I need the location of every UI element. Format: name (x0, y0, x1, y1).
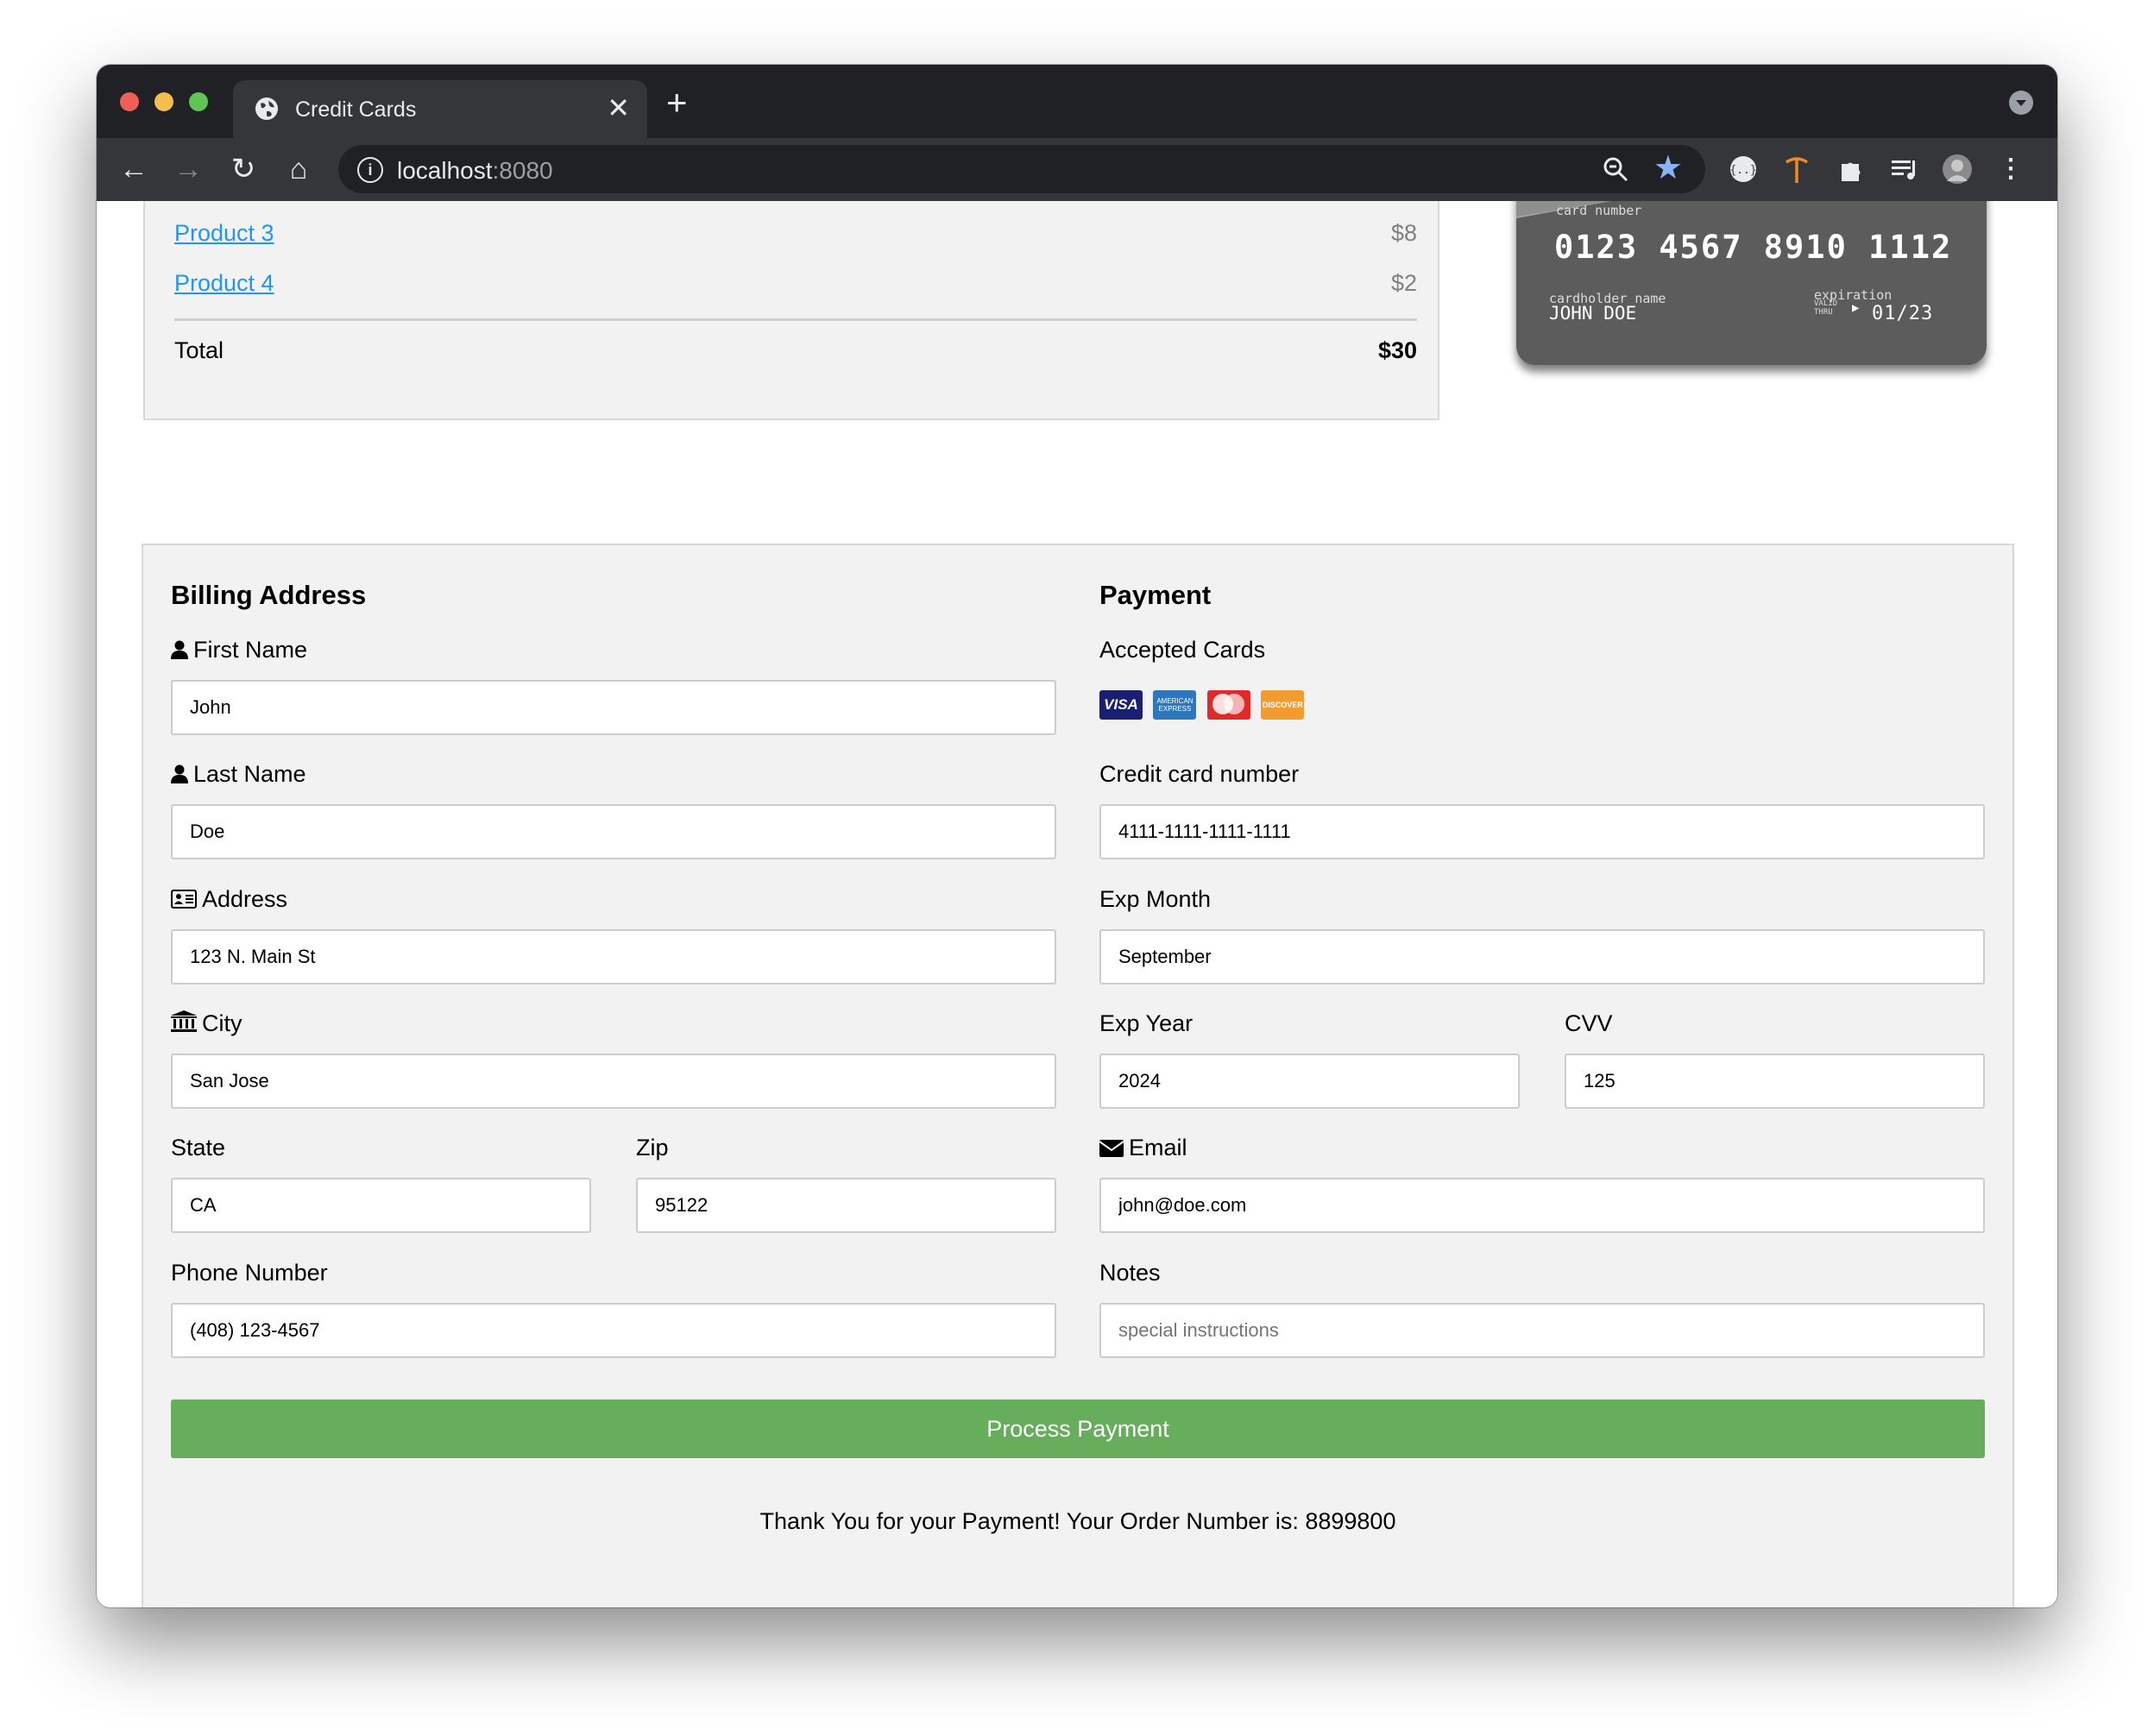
cc-number-input[interactable] (1099, 804, 1985, 859)
reload-icon[interactable]: ↻ (228, 154, 259, 185)
forward-arrow-icon[interactable]: → (173, 154, 204, 185)
cart-item: Product 3 $8 (174, 220, 1417, 247)
exp-month-input[interactable] (1099, 929, 1985, 984)
mastercard-card-icon (1206, 690, 1250, 720)
maximize-window-button[interactable] (189, 92, 208, 111)
zoom-icon[interactable] (1602, 155, 1629, 183)
zip-input[interactable] (636, 1178, 1056, 1233)
user-icon (171, 640, 188, 659)
cardholder-name: JOHN DOE (1549, 303, 1637, 324)
card-expiration: 01/23 (1872, 303, 1934, 324)
exp-year-label: Exp Year (1099, 1010, 1194, 1036)
state-input[interactable] (171, 1178, 591, 1233)
url-text: localhost:8080 (397, 157, 553, 184)
accepted-cards-label: Accepted Cards (1099, 637, 1266, 663)
cc-number-label: Credit card number (1099, 761, 1300, 787)
notes-label: Notes (1099, 1260, 1161, 1286)
payment-heading: Payment (1099, 580, 1212, 610)
media-queue-icon[interactable] (1888, 154, 1919, 185)
page-viewport: Product 3 $8 Product 4 $2 Total $30 card… (97, 201, 2057, 1607)
checkout-form: Billing Address First Name Last Name Add… (142, 544, 2014, 1607)
email-label: Email (1099, 1135, 1187, 1161)
envelope-icon (1099, 1140, 1124, 1157)
visa-card-icon: VISA (1099, 690, 1143, 720)
city-input[interactable] (171, 1054, 1056, 1109)
site-info-icon[interactable]: i (357, 157, 383, 183)
zip-label: Zip (636, 1135, 669, 1160)
extension-arrow-icon[interactable] (1781, 154, 1812, 185)
product-link[interactable]: Product 4 (174, 270, 274, 296)
product-price: $2 (1390, 270, 1417, 296)
exp-month-label: Exp Month (1099, 886, 1212, 912)
notes-input[interactable] (1099, 1303, 1985, 1358)
extension-json-icon[interactable]: {..} (1728, 154, 1759, 185)
address-card-icon (171, 890, 197, 909)
billing-heading: Billing Address (171, 580, 367, 610)
browser-window: Credit Cards ✕ + ← → ↻ ⌂ i localhost:808… (97, 65, 2057, 1607)
svg-text:{..}: {..} (1729, 164, 1756, 177)
last-name-input[interactable] (171, 804, 1056, 859)
extensions-puzzle-icon[interactable] (1835, 154, 1866, 185)
process-payment-button[interactable]: Process Payment (171, 1399, 1985, 1458)
cart-summary: Product 3 $8 Product 4 $2 Total $30 (143, 201, 1439, 420)
product-price: $8 (1390, 220, 1417, 246)
tab-title: Credit Cards (295, 97, 417, 122)
confirmation-message: Thank You for your Payment! Your Order N… (759, 1508, 1396, 1534)
email-input[interactable] (1099, 1178, 1985, 1233)
address-bar[interactable]: i localhost:8080 ★ (338, 145, 1705, 193)
play-arrow-icon: ▶ (1852, 301, 1860, 315)
card-number: 0123 4567 8910 1112 (1554, 229, 1953, 266)
close-window-button[interactable] (120, 92, 139, 111)
address-input[interactable] (171, 929, 1056, 984)
tab-search-button[interactable] (2009, 91, 2033, 115)
last-name-label: Last Name (171, 761, 306, 788)
browser-tab[interactable]: Credit Cards ✕ (233, 80, 647, 138)
cart-item: Product 4 $2 (174, 270, 1417, 297)
back-arrow-icon[interactable]: ← (118, 154, 149, 185)
discover-card-icon: DISCOVER (1261, 690, 1305, 720)
first-name-input[interactable] (171, 680, 1056, 735)
new-tab-button[interactable]: + (666, 85, 688, 121)
credit-card-preview: card number 0123 4567 8910 1112 cardhold… (1516, 201, 1987, 365)
exp-year-input[interactable] (1099, 1054, 1520, 1109)
cvv-input[interactable] (1565, 1054, 1985, 1109)
globe-icon (255, 97, 278, 120)
tab-bar: Credit Cards ✕ + (97, 65, 2057, 138)
address-label: Address (171, 886, 287, 913)
chrome-menu-icon[interactable]: ⋮ (1995, 154, 2026, 185)
institution-icon (171, 1010, 197, 1032)
accepted-cards-icons: VISA AMERICAN EXPRESS DISCOVER (1099, 690, 1311, 720)
card-shine (1516, 201, 1611, 218)
product-link[interactable]: Product 3 (174, 220, 274, 246)
bookmark-star-icon[interactable]: ★ (1653, 151, 1683, 186)
cart-total-row: Total $30 (174, 337, 1417, 364)
first-name-label: First Name (171, 637, 307, 664)
total-value: $30 (1377, 337, 1417, 363)
phone-input[interactable] (171, 1303, 1056, 1358)
state-label: State (171, 1135, 226, 1160)
cart-divider (174, 318, 1417, 321)
card-number-label: card number (1556, 203, 1642, 218)
total-label: Total (174, 337, 224, 363)
amex-card-icon: AMERICAN EXPRESS (1153, 690, 1197, 720)
minimize-window-button[interactable] (154, 92, 173, 111)
cvv-label: CVV (1565, 1010, 1613, 1036)
user-icon (171, 764, 188, 783)
phone-label: Phone Number (171, 1260, 328, 1286)
profile-avatar[interactable] (1942, 154, 1973, 185)
browser-toolbar: ← → ↻ ⌂ i localhost:8080 ★ {..} ⋮ (97, 138, 2057, 201)
valid-thru-label: VALID THRU (1814, 299, 1838, 317)
close-tab-icon[interactable]: ✕ (607, 94, 630, 122)
home-icon[interactable]: ⌂ (283, 154, 314, 185)
city-label: City (171, 1010, 242, 1037)
